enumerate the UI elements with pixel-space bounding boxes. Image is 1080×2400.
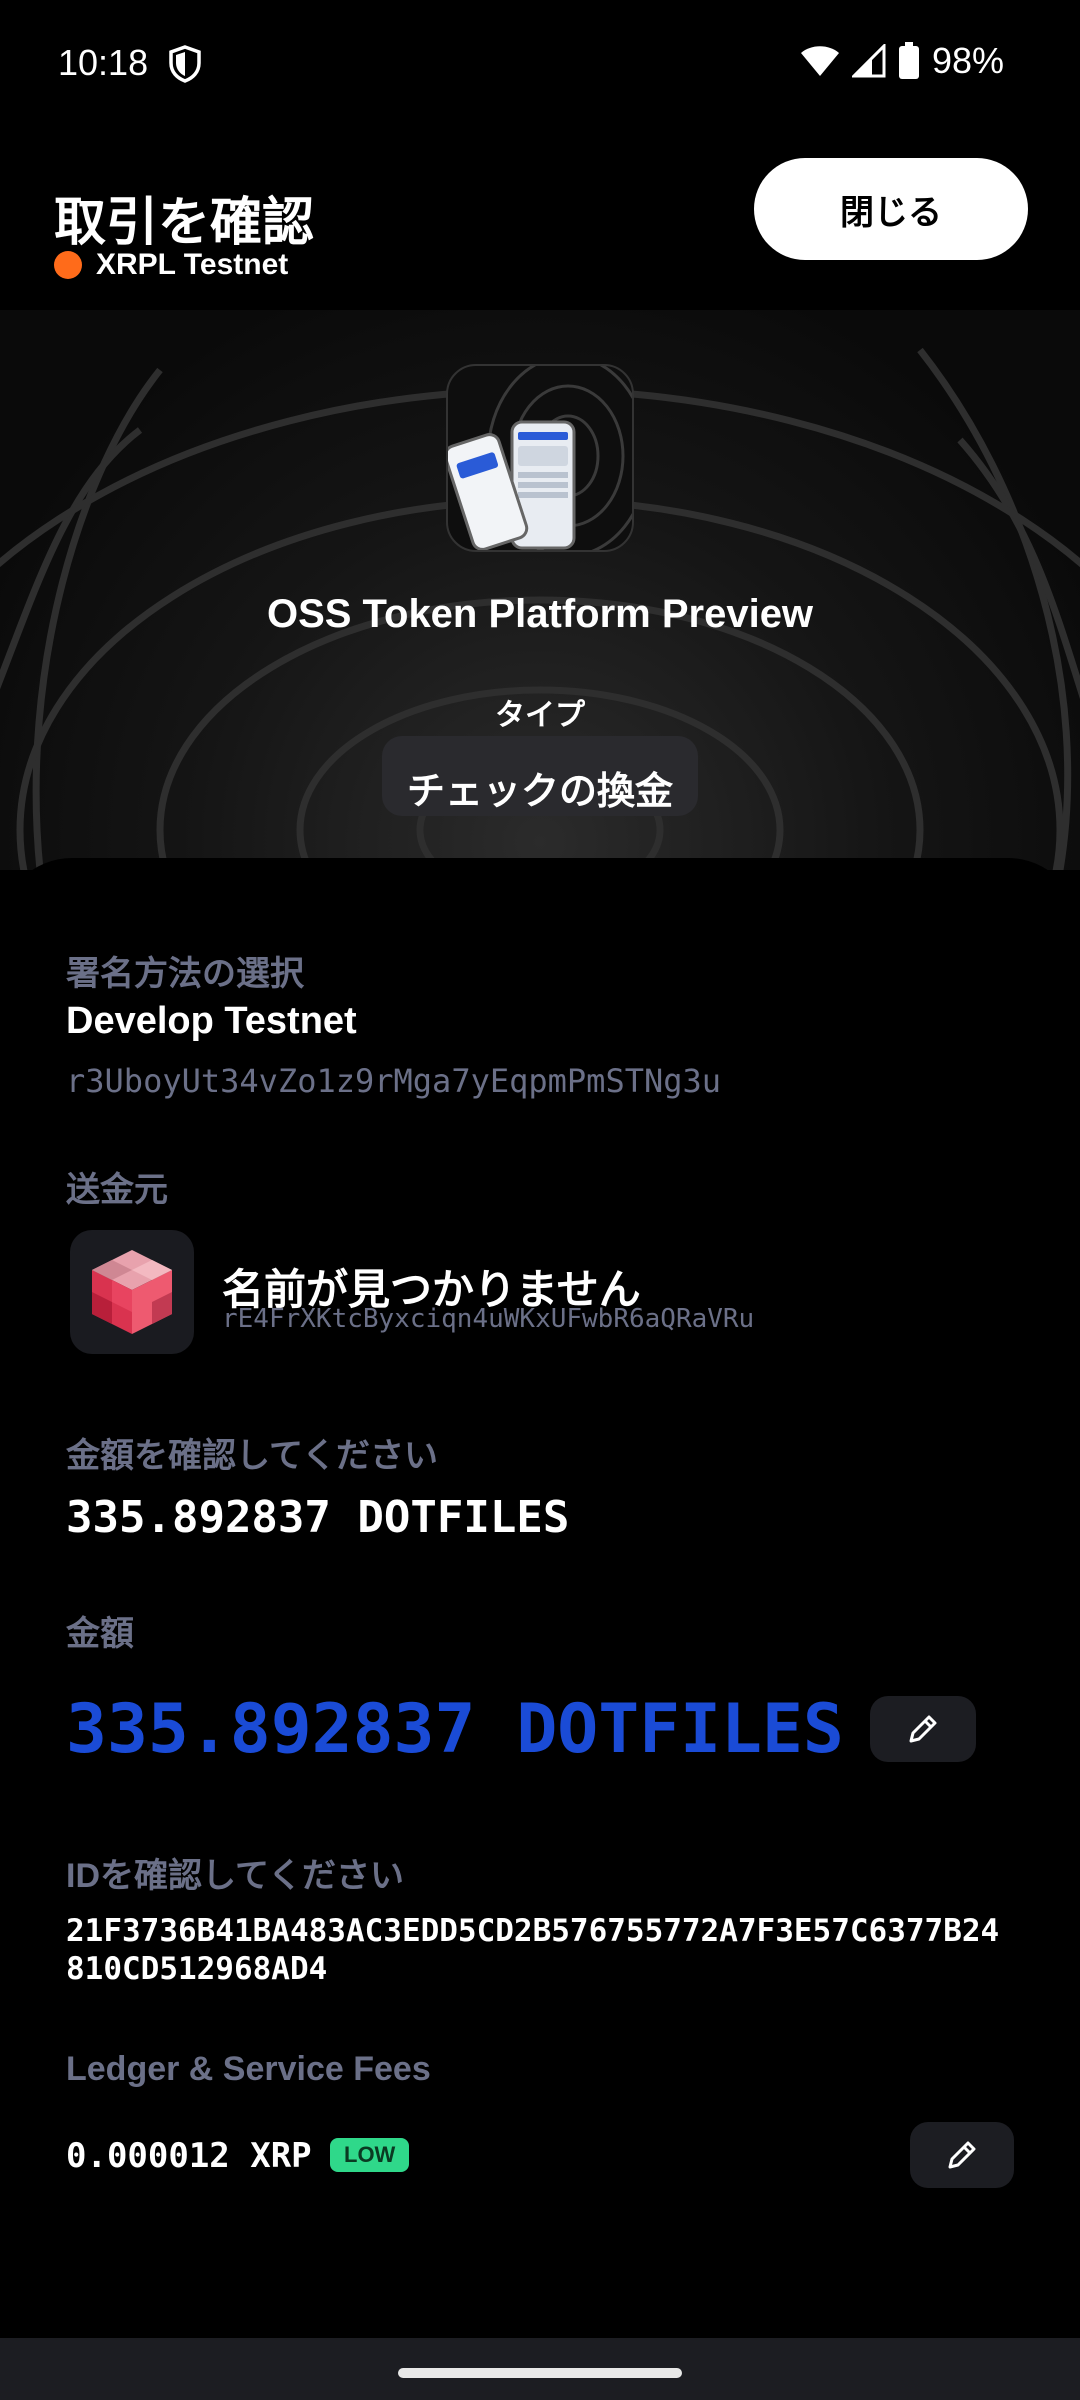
signer-account-address: r3UboyUt34vZo1z9rMga7yEqpmPmSTNg3u bbox=[66, 1062, 722, 1100]
transaction-hero: OSS Token Platform Preview タイプ チェックの換金 bbox=[0, 310, 1080, 870]
app-preview-icon bbox=[448, 366, 632, 550]
signer-section-label: 署名方法の選択 bbox=[66, 955, 304, 993]
cube-avatar-icon bbox=[92, 1250, 172, 1334]
sender-section-label: 送金元 bbox=[66, 1171, 168, 1209]
shield-icon bbox=[169, 45, 201, 83]
battery-icon bbox=[898, 42, 919, 79]
transaction-id-value: 21F3736B41BA483AC3EDD5CD2B576755772A7F3E… bbox=[66, 1913, 1000, 1987]
transaction-type-value: チェックの換金 bbox=[406, 771, 673, 813]
status-icons: 98% bbox=[800, 40, 1004, 82]
fees-label: Ledger & Service Fees bbox=[66, 2050, 431, 2088]
signer-account-name[interactable]: Develop Testnet bbox=[66, 1000, 357, 1043]
app-icon bbox=[446, 364, 634, 552]
fee-value: 0.000012 XRP bbox=[66, 2136, 312, 2176]
amount-confirm-label: 金額を確認してください bbox=[66, 1437, 438, 1475]
wifi-icon bbox=[800, 46, 839, 76]
network-label: XRPL Testnet bbox=[96, 248, 289, 281]
transaction-type-label: タイプ bbox=[495, 699, 585, 732]
pencil-icon bbox=[948, 2141, 976, 2169]
page-title: 取引を確認 bbox=[54, 194, 315, 252]
pencil-icon bbox=[909, 1715, 937, 1743]
amount-value: 335.892837 DOTFILES bbox=[66, 1690, 844, 1769]
app-name: OSS Token Platform Preview bbox=[266, 592, 814, 636]
status-bar: 10:18 98% bbox=[0, 0, 1080, 130]
network-indicator: XRPL Testnet bbox=[54, 248, 288, 282]
amount-confirm-value: 335.892837 DOTFILES bbox=[66, 1492, 570, 1543]
fee-level-badge: LOW bbox=[330, 2138, 410, 2172]
battery-percentage: 98% bbox=[931, 40, 1004, 81]
cellular-signal-icon bbox=[851, 44, 886, 78]
sender-avatar bbox=[70, 1230, 194, 1354]
system-navigation-bar bbox=[0, 2338, 1080, 2400]
status-time: 10:18 bbox=[58, 42, 149, 83]
header: 取引を確認 XRPL Testnet 閉じる bbox=[0, 150, 1080, 300]
transaction-type-pill: チェックの換金 bbox=[382, 736, 698, 816]
sender-account-address: rE4FrXKtcByxciqn4uWKxUFwbR6aQRaVRu bbox=[222, 1304, 755, 1334]
edit-fee-button[interactable] bbox=[910, 2122, 1014, 2188]
transaction-details-sheet: 署名方法の選択 Develop Testnet r3UboyUt34vZo1z9… bbox=[0, 858, 1080, 2338]
amount-label: 金額 bbox=[66, 1615, 134, 1653]
close-button[interactable]: 閉じる bbox=[754, 158, 1028, 260]
home-indicator[interactable] bbox=[398, 2368, 682, 2378]
id-confirm-label: IDを確認してください bbox=[66, 1857, 404, 1895]
network-status-dot bbox=[54, 251, 82, 279]
edit-amount-button[interactable] bbox=[870, 1696, 976, 1762]
